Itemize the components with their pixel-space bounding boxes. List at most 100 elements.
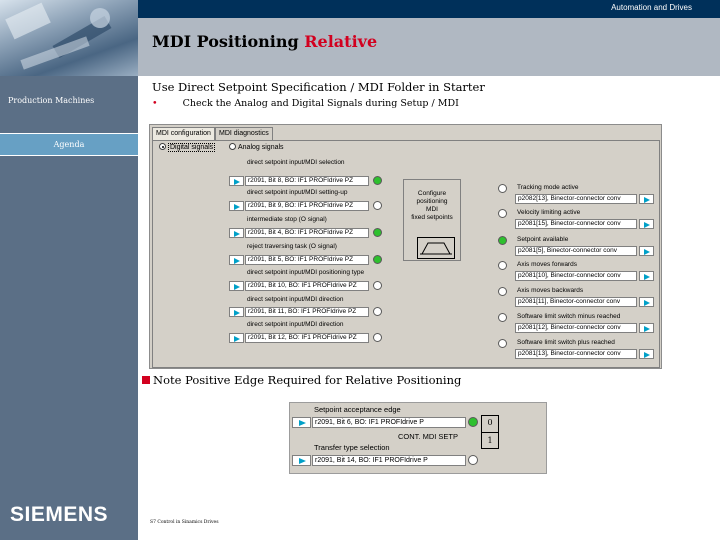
connect-output-button[interactable] xyxy=(639,349,654,359)
positioning-diagram-icon xyxy=(417,237,455,259)
title-accent: Relative xyxy=(304,32,378,51)
connect-input-button[interactable] xyxy=(229,307,244,317)
status-led xyxy=(468,455,478,465)
radio-dot xyxy=(159,143,166,150)
bullet-marker: • xyxy=(152,98,158,109)
note-bullet-icon xyxy=(142,376,150,384)
nav-agenda[interactable]: Agenda xyxy=(0,133,138,156)
transfer-type-field[interactable]: r2091, Bit 14, BO: IF1 PROFIdrive P xyxy=(312,455,466,466)
right-row-label: Axis moves forwards xyxy=(517,261,577,268)
status-led xyxy=(498,287,507,296)
bullet-text: Check the Analog and Digital Signals dur… xyxy=(182,98,459,109)
cont-mdi-label: CONT. MDI SETP xyxy=(398,432,459,441)
edge-screenshot: Setpoint acceptance edge r2091, Bit 6, B… xyxy=(289,402,547,474)
right-row-label: Setpoint available xyxy=(517,236,569,243)
row-label: intermediate stop (O signal) xyxy=(247,216,327,223)
right-row-label: Tracking mode active xyxy=(517,184,579,191)
header-photo xyxy=(0,0,138,76)
title-main: MDI Positioning xyxy=(152,32,299,51)
bullet-item: • Check the Analog and Digital Signals d… xyxy=(152,98,459,109)
transfer-type-label: Transfer type selection xyxy=(314,443,390,452)
config-line: fixed setpoints xyxy=(411,214,453,221)
note-text: Note Positive Edge Required for Relative… xyxy=(153,373,462,387)
setpoint-edge-label: Setpoint acceptance edge xyxy=(314,405,401,414)
status-led xyxy=(498,209,507,218)
signal-field[interactable]: r2091, Bit 4, BO: IF1 PROFIdrive PZ xyxy=(245,228,369,238)
status-led xyxy=(373,281,382,290)
nav-agenda-label: Agenda xyxy=(53,140,85,149)
connect-output-button[interactable] xyxy=(639,194,654,204)
status-led xyxy=(498,339,507,348)
status-led xyxy=(373,228,382,237)
flag-zero: 0 xyxy=(487,418,493,427)
right-row-label: Software limit switch plus reached xyxy=(517,339,615,346)
status-led xyxy=(373,201,382,210)
footer-title: S7 Control in Sinamics Drives xyxy=(150,520,219,525)
row-label: direct setpoint input/MDI direction xyxy=(247,321,344,328)
signal-field[interactable]: r2091, Bit 12, BO: IF1 PROFIdrive PZ xyxy=(245,333,369,343)
output-field[interactable]: p2081[13], Binector-connector conv xyxy=(515,349,637,359)
division-label: Automation and Drives xyxy=(611,3,692,12)
status-led xyxy=(373,255,382,264)
output-field[interactable]: p2081[5], Binector-connector conv xyxy=(515,246,637,256)
row-label: direct setpoint input/MDI setting-up xyxy=(247,189,348,196)
status-led xyxy=(373,176,382,185)
row-label: direct setpoint input/MDI direction xyxy=(247,296,344,303)
nav-production-machines[interactable]: Production Machines xyxy=(8,96,94,105)
output-field[interactable]: p2081[15], Binector-connector conv xyxy=(515,219,637,229)
connect-output-button[interactable] xyxy=(639,297,654,307)
mdi-screenshot: MDI configuration MDI diagnostics Digita… xyxy=(149,124,662,369)
note-item: Note Positive Edge Required for Relative… xyxy=(142,373,461,387)
connect-input-button[interactable] xyxy=(229,255,244,265)
right-row-label: Velocity limiting active xyxy=(517,209,581,216)
connect-input-button[interactable] xyxy=(229,333,244,343)
title-band: MDI Positioning Relative xyxy=(138,18,720,76)
status-led xyxy=(373,307,382,316)
connect-input-button[interactable] xyxy=(292,455,311,466)
siemens-logo: SIEMENS xyxy=(10,503,109,526)
status-led xyxy=(468,417,478,427)
connect-input-button[interactable] xyxy=(229,201,244,211)
connect-output-button[interactable] xyxy=(639,323,654,333)
right-row-label: Axis moves backwards xyxy=(517,287,584,294)
connect-input-button[interactable] xyxy=(229,228,244,238)
signal-field[interactable]: r2091, Bit 10, BO: IF1 PROFIdrive PZ xyxy=(245,281,369,291)
tab-mdi-configuration[interactable]: MDI configuration xyxy=(152,127,215,141)
edge-flag-block: 0 1 xyxy=(481,415,499,449)
output-field[interactable]: p2081[11], Binector-connector conv xyxy=(515,297,637,307)
flag-divider xyxy=(482,432,498,433)
setpoint-edge-field[interactable]: r2091, Bit 6, BO: IF1 PROFIdrive P xyxy=(312,417,466,428)
status-led xyxy=(373,333,382,342)
config-line: Configure xyxy=(417,190,447,197)
output-field[interactable]: p2081[12], Binector-connector conv xyxy=(515,323,637,333)
connect-input-button[interactable] xyxy=(292,417,311,428)
signal-field[interactable]: r2091, Bit 8, BO: IF1 PROFIdrive PZ xyxy=(245,176,369,186)
radio-analog-signals[interactable]: Analog signals xyxy=(229,143,284,151)
status-led xyxy=(498,313,507,322)
row-label: direct setpoint input/MDI positioning ty… xyxy=(247,269,365,276)
radio-dot xyxy=(229,143,236,150)
radio-label: Digital signals xyxy=(168,143,216,152)
config-line: MDI xyxy=(426,206,438,213)
signal-field[interactable]: r2091, Bit 11, BO: IF1 PROFIdrive PZ xyxy=(245,307,369,317)
connect-input-button[interactable] xyxy=(229,176,244,186)
signal-field[interactable]: r2091, Bit 9, BO: IF1 PROFIdrive PZ xyxy=(245,201,369,211)
slide-title: MDI Positioning Relative xyxy=(152,32,377,51)
tab-body: Digital signals Analog signals direct se… xyxy=(152,140,660,368)
signal-field[interactable]: r2091, Bit 5, BO: IF1 PROFIdrive PZ xyxy=(245,255,369,265)
output-field[interactable]: p2081[10], Binector-connector conv xyxy=(515,271,637,281)
connect-input-button[interactable] xyxy=(229,281,244,291)
radio-digital-signals[interactable]: Digital signals xyxy=(159,143,216,152)
connect-output-button[interactable] xyxy=(639,246,654,256)
subheading: Use Direct Setpoint Specification / MDI … xyxy=(152,80,485,94)
tab-mdi-diagnostics[interactable]: MDI diagnostics xyxy=(215,127,273,141)
row-label: direct setpoint input/MDI selection xyxy=(247,159,345,166)
status-led xyxy=(498,236,507,245)
row-label: reject traversing task (O signal) xyxy=(247,243,337,250)
connect-output-button[interactable] xyxy=(639,271,654,281)
radio-label: Analog signals xyxy=(238,144,284,151)
output-field[interactable]: p2082[13], Binector-connector conv xyxy=(515,194,637,204)
left-panel: Production Machines Agenda SIEMENS xyxy=(0,0,138,540)
flag-one: 1 xyxy=(487,436,493,445)
connect-output-button[interactable] xyxy=(639,219,654,229)
